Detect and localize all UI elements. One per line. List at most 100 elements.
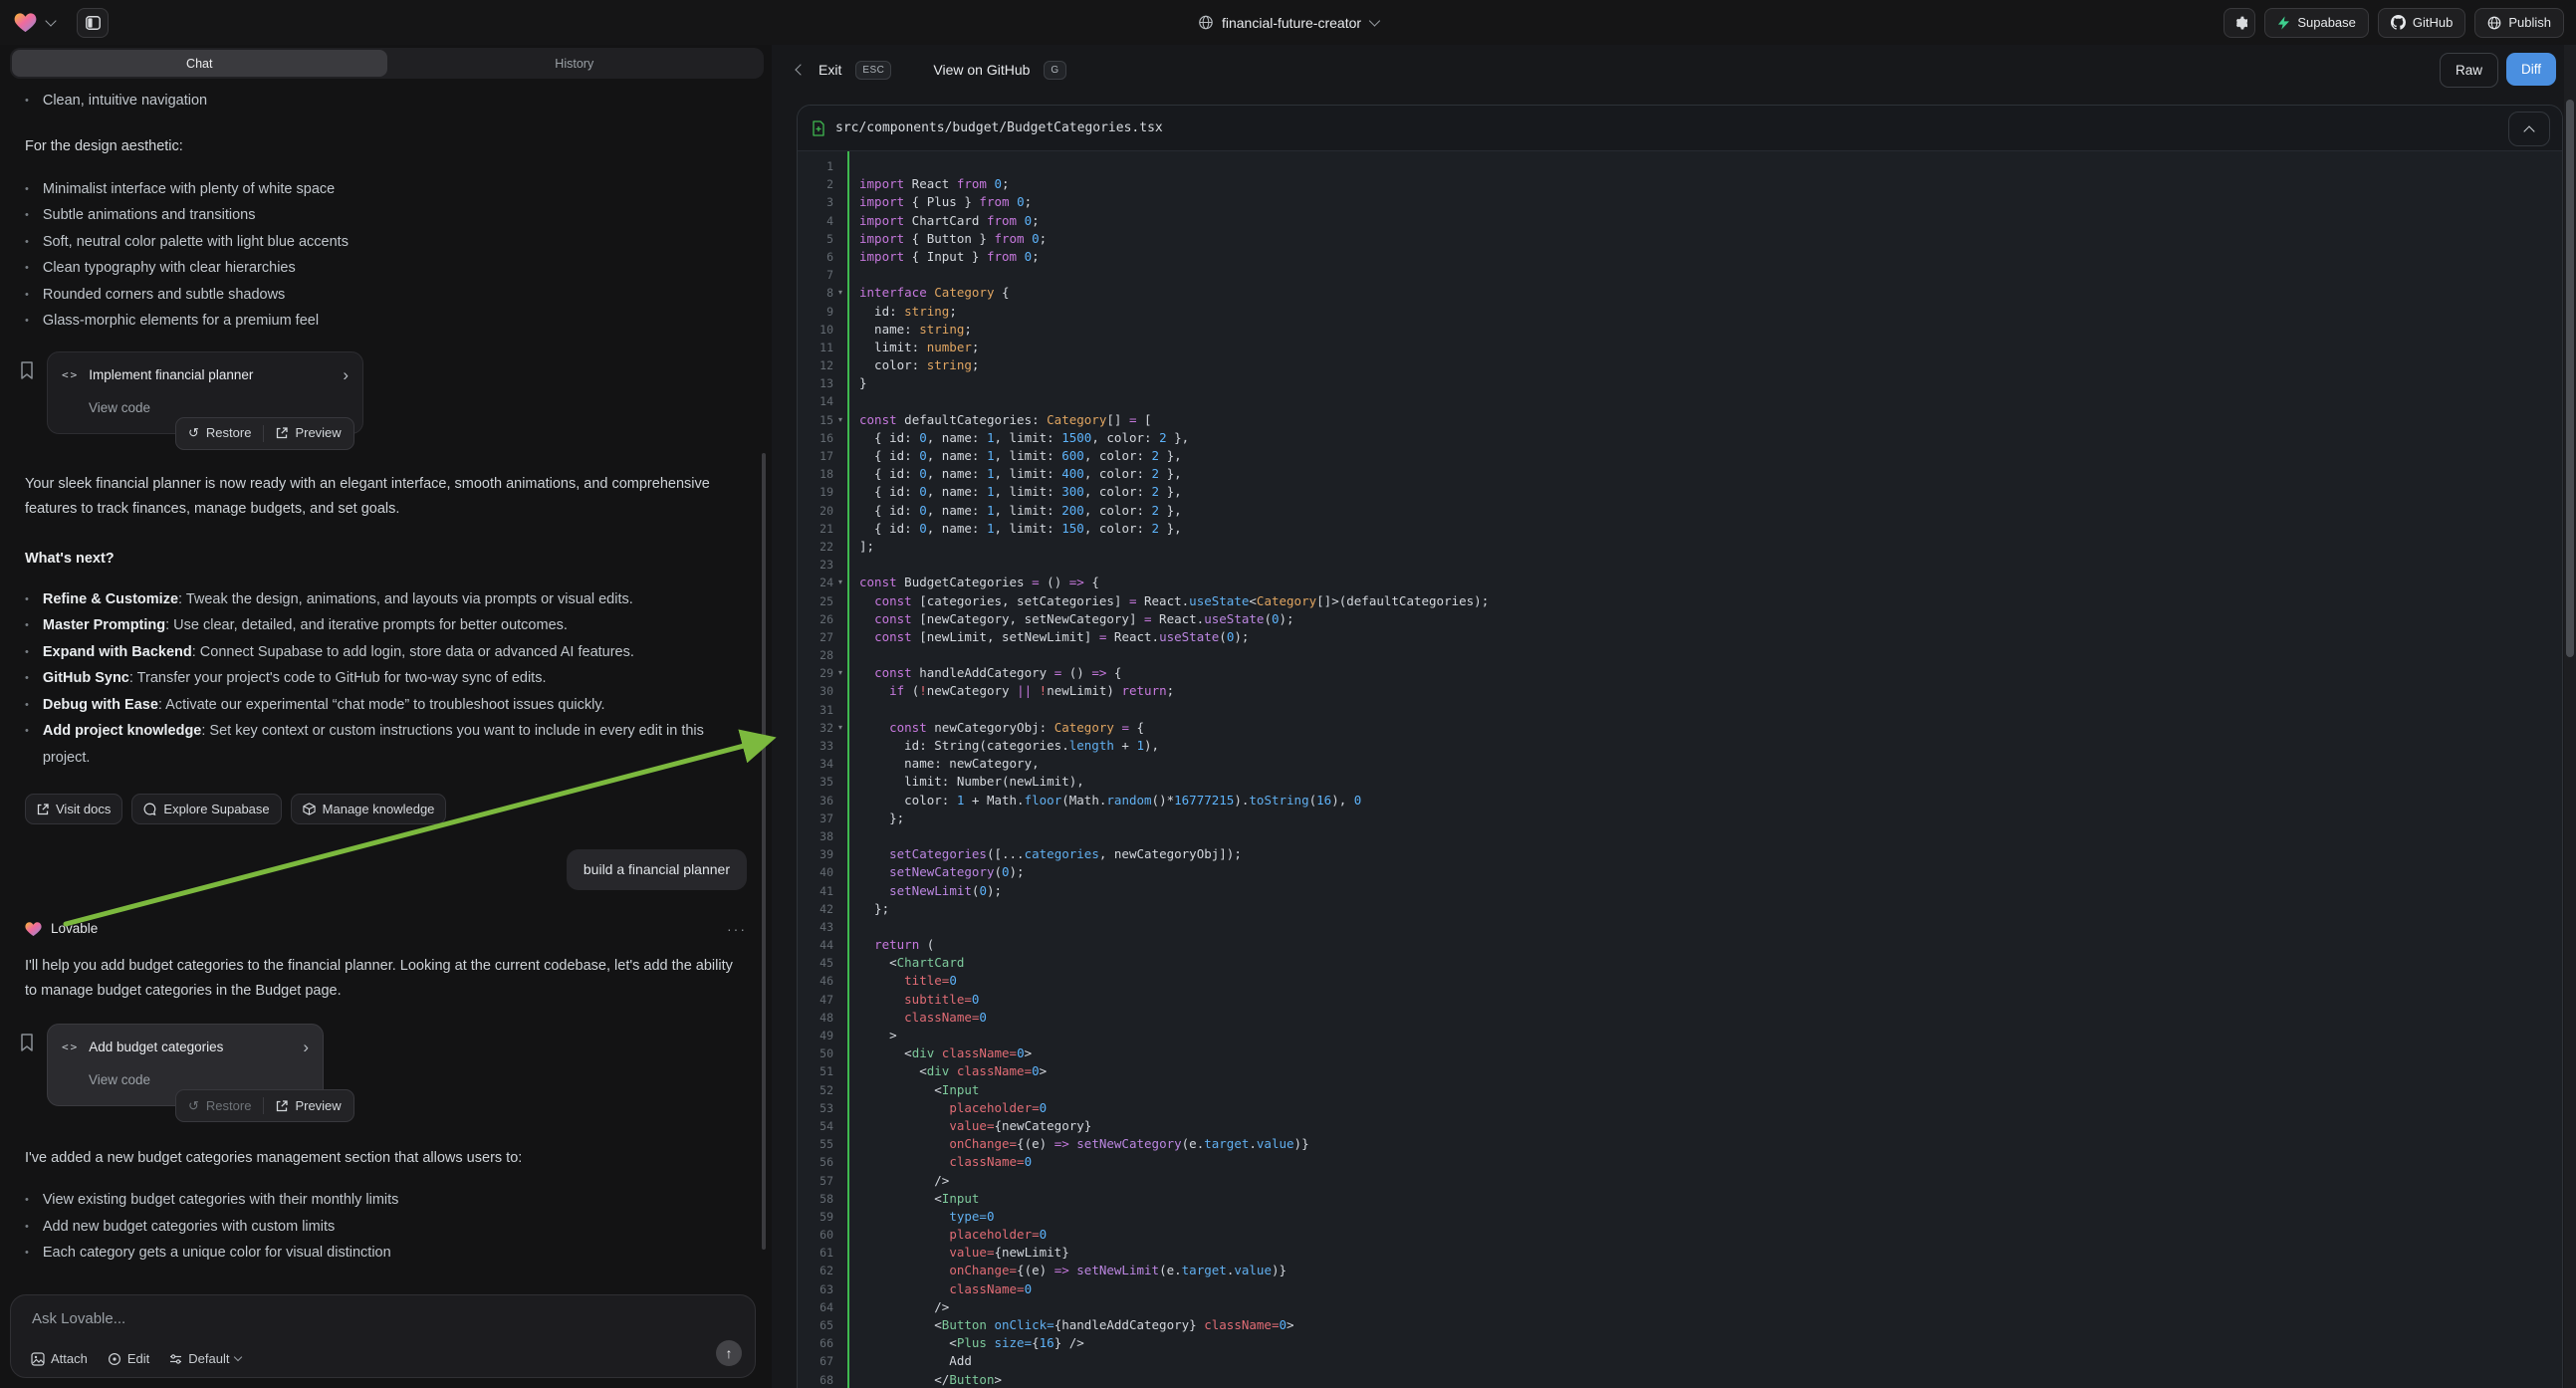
whats-next-heading: What's next?: [25, 546, 747, 572]
project-name: financial-future-creator: [1222, 15, 1361, 31]
code-line: 63 className=0: [798, 1280, 2562, 1298]
collapse-file-button[interactable]: [2508, 112, 2550, 146]
publish-globe-icon: [2487, 16, 2501, 30]
design-bullet-list: •Minimalist interface with plenty of whi…: [25, 176, 747, 335]
external-link-icon: [276, 427, 288, 439]
restore-button[interactable]: ↺ Restore: [176, 418, 263, 449]
code-scrollbar-track[interactable]: [2564, 45, 2576, 1388]
code-line: 52 <Input: [798, 1081, 2562, 1099]
assistant-paragraph: I've added a new budget categories manag…: [25, 1146, 747, 1171]
external-link-icon: [276, 1100, 288, 1112]
manage-knowledge-button[interactable]: Manage knowledge: [291, 794, 447, 824]
workspace-chevron-icon[interactable]: [45, 15, 56, 26]
bullet-item: •GitHub Sync: Transfer your project's co…: [25, 665, 747, 692]
code-line: 37 };: [798, 810, 2562, 827]
restore-preview-pill: ↺ Restore Preview: [175, 417, 354, 450]
code-line: 45 <ChartCard: [798, 954, 2562, 972]
code-line: 38: [798, 827, 2562, 845]
exit-button[interactable]: Exit: [819, 62, 841, 78]
user-message: build a financial planner: [567, 849, 747, 890]
code-line: 20 { id: 0, name: 1, limit: 200, color: …: [798, 502, 2562, 520]
chat-composer[interactable]: Ask Lovable... Attach Edit: [10, 1294, 756, 1378]
code-line: 31: [798, 701, 2562, 719]
globe-icon: [1198, 15, 1213, 30]
code-line: 3import { Plus } from 0;: [798, 193, 2562, 211]
bullet-item: •Add project knowledge: Set key context …: [25, 718, 747, 771]
code-line: 32▾ const newCategoryObj: Category = {: [798, 719, 2562, 737]
code-line: 50 <div className=0>: [798, 1044, 2562, 1062]
github-button[interactable]: GitHub: [2378, 8, 2465, 38]
code-line: 5import { Button } from 0;: [798, 230, 2562, 248]
view-on-github-button[interactable]: View on GitHub: [933, 62, 1030, 78]
edit-button[interactable]: Edit: [108, 1351, 149, 1366]
bullet-item: •Rounded corners and subtle shadows: [25, 282, 747, 309]
assistant-paragraph: Your sleek financial planner is now read…: [25, 472, 747, 522]
bullet-item: •Soft, neutral color palette with light …: [25, 229, 747, 256]
preview-button[interactable]: Preview: [264, 1090, 352, 1121]
gear-icon: [2232, 15, 2247, 30]
chat-panel: Chat History • Clean, intuitive navigati…: [0, 45, 772, 1388]
raw-toggle-button[interactable]: Raw: [2440, 53, 2498, 88]
send-button[interactable]: ↑: [716, 1340, 742, 1366]
code-line: 65 <Button onClick={handleAddCategory} c…: [798, 1316, 2562, 1334]
code-line: 30 if (!newCategory || !newLimit) return…: [798, 682, 2562, 700]
chat-scrollbar[interactable]: [762, 453, 766, 1250]
project-switcher[interactable]: financial-future-creator: [1198, 0, 1378, 45]
tab-chat[interactable]: Chat: [12, 50, 387, 77]
target-icon: [108, 1352, 121, 1366]
tab-history[interactable]: History: [387, 50, 763, 77]
code-line: 9 id: string;: [798, 303, 2562, 321]
code-line: 49 >: [798, 1027, 2562, 1044]
explore-supabase-button[interactable]: Explore Supabase: [131, 794, 281, 824]
chat-input[interactable]: Ask Lovable...: [32, 1310, 125, 1327]
code-toolbar: Exit ESC View on GitHub G Raw Diff: [797, 52, 2556, 88]
lovable-logo-icon[interactable]: [14, 12, 37, 33]
code-line: 27 const [newLimit, setNewLimit] = React…: [798, 628, 2562, 646]
publish-button[interactable]: Publish: [2474, 8, 2564, 38]
code-line: 25 const [categories, setCategories] = R…: [798, 592, 2562, 610]
code-line: 2import React from 0;: [798, 175, 2562, 193]
supabase-button[interactable]: Supabase: [2264, 8, 2369, 38]
version-card-1-wrap: <> Implement financial planner › View co…: [20, 351, 747, 434]
code-line: 1: [798, 157, 2562, 175]
sliders-icon: [169, 1353, 182, 1365]
lovable-app: financial-future-creator Supabase GitHub: [0, 0, 2576, 1388]
code-scrollbar-thumb[interactable]: [2566, 100, 2574, 657]
settings-button[interactable]: [2224, 8, 2255, 38]
sidebar-toggle-button[interactable]: [77, 8, 109, 38]
restore-button[interactable]: ↺ Restore: [176, 1090, 263, 1121]
assistant-name: Lovable: [51, 916, 98, 942]
back-chevron-icon[interactable]: [795, 64, 806, 75]
bullet-item: •Expand with Backend: Connect Supabase t…: [25, 639, 747, 666]
message-menu-button[interactable]: ···: [727, 916, 747, 942]
bookmark-icon[interactable]: [20, 361, 34, 379]
code-line: 4import ChartCard from 0;: [798, 212, 2562, 230]
code-line: 33 id: String(categories.length + 1),: [798, 737, 2562, 755]
code-editor: 1 2import React from 0;3import { Plus } …: [798, 151, 2562, 1388]
bullet-item: •View existing budget categories with th…: [25, 1187, 747, 1214]
preview-button[interactable]: Preview: [264, 418, 352, 449]
whats-next-list: •Refine & Customize: Tweak the design, a…: [25, 586, 747, 772]
bookmark-icon[interactable]: [20, 1034, 34, 1051]
code-line: 47 subtitle=0: [798, 991, 2562, 1009]
supabase-icon: [2277, 16, 2290, 30]
version-card-add-budget-categories[interactable]: <> Add budget categories › View code ↺ R…: [47, 1024, 324, 1106]
version-card-implement-financial-planner[interactable]: <> Implement financial planner › View co…: [47, 351, 363, 434]
code-line: 11 limit: number;: [798, 339, 2562, 356]
code-line: 17 { id: 0, name: 1, limit: 600, color: …: [798, 447, 2562, 465]
design-heading: For the design aesthetic:: [25, 133, 747, 159]
github-label: GitHub: [2413, 15, 2453, 30]
code-line: 10 name: string;: [798, 321, 2562, 339]
mode-selector[interactable]: Default: [169, 1351, 241, 1366]
chat-bubble-icon: [143, 803, 156, 815]
code-line: 53 placeholder=0: [798, 1099, 2562, 1117]
code-line: 6import { Input } from 0;: [798, 248, 2562, 266]
code-line: 16 { id: 0, name: 1, limit: 1500, color:…: [798, 429, 2562, 447]
visit-docs-button[interactable]: Visit docs: [25, 794, 122, 824]
code-line: 48 className=0: [798, 1009, 2562, 1027]
g-key-badge: G: [1044, 61, 1065, 80]
diff-toggle-button[interactable]: Diff: [2506, 53, 2556, 86]
attach-button[interactable]: Attach: [31, 1351, 88, 1366]
bullet-item: •Add new budget categories with custom l…: [25, 1214, 747, 1241]
code-file-card: src/components/budget/BudgetCategories.t…: [797, 105, 2563, 1388]
